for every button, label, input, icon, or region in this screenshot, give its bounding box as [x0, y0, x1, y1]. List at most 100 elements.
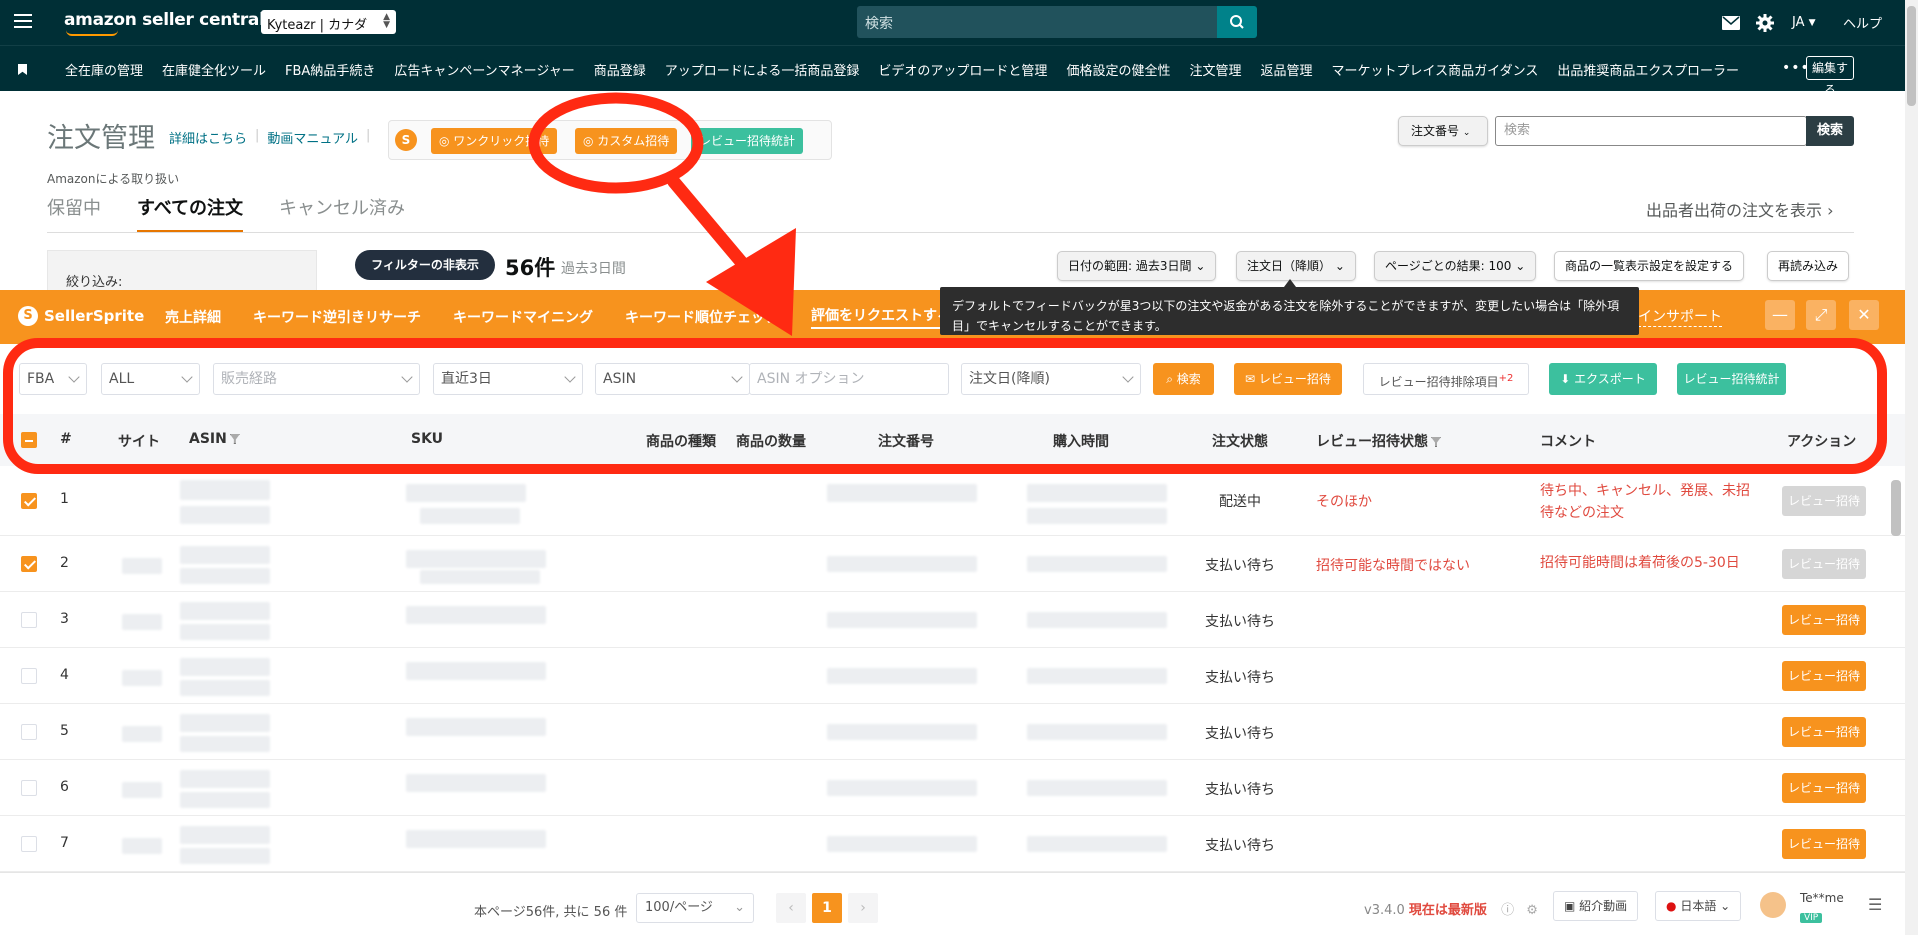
- review-stats-filter-button[interactable]: レビュー招待統計: [1677, 363, 1786, 395]
- row-checkbox[interactable]: [21, 780, 37, 796]
- one-click-invite-button[interactable]: ◎ ワンクリック招待: [431, 128, 558, 154]
- prev-page-button[interactable]: ‹: [776, 893, 806, 923]
- sort-label: 注文日（降順）: [1247, 259, 1332, 273]
- next-page-button[interactable]: ›: [848, 893, 878, 923]
- table-scrollbar-thumb[interactable]: [1891, 480, 1901, 536]
- date-range-dropdown[interactable]: 日付の範囲: 過去3日間 ⌄: [1057, 251, 1217, 281]
- minimize-icon[interactable]: —: [1765, 300, 1795, 330]
- page-scrollbar[interactable]: [1905, 0, 1918, 935]
- nav-item[interactable]: 出品推奨商品エクスプローラー: [1557, 60, 1739, 79]
- exclude-items-button[interactable]: レビュー招待排除項目+2: [1363, 363, 1529, 395]
- row-review-invite-button[interactable]: レビュー招待: [1782, 549, 1866, 579]
- asin-option-input[interactable]: ASIN オプション: [749, 363, 949, 395]
- row-checkbox[interactable]: [21, 556, 37, 572]
- video-manual-link[interactable]: 動画マニュアル: [267, 128, 358, 147]
- row-review-invite-button[interactable]: レビュー招待: [1782, 773, 1866, 803]
- sort-dropdown[interactable]: 注文日（降順） ⌄: [1236, 251, 1356, 281]
- page-scrollbar-thumb[interactable]: [1907, 6, 1916, 106]
- learn-more-link[interactable]: 詳細はこちら: [169, 128, 247, 147]
- expand-icon[interactable]: ⤢: [1806, 300, 1836, 330]
- nav-item[interactable]: アップロードによる一括商品登録: [665, 60, 860, 79]
- nav-item[interactable]: 全在庫の管理: [65, 60, 143, 79]
- col-quantity: 商品の数量: [736, 434, 806, 450]
- screen: amazon seller central Kyteazr | カナダ ▲ ▼ 検…: [0, 0, 1918, 935]
- per-page-dropdown[interactable]: ページごとの結果: 100 ⌄: [1374, 251, 1537, 281]
- row-checkbox[interactable]: [21, 836, 37, 852]
- ss-menu-request-review[interactable]: 評価をリクエストする: [811, 305, 951, 329]
- ss-menu-sales-detail[interactable]: 売上詳細: [165, 307, 221, 327]
- gear-icon[interactable]: [1756, 0, 1774, 45]
- nav-item[interactable]: 価格設定の健全性: [1066, 60, 1170, 79]
- tab-canceled[interactable]: キャンセル済み: [279, 194, 405, 233]
- list-menu-icon[interactable]: ☰: [1868, 895, 1882, 914]
- amazon-search-input[interactable]: 検索: [857, 6, 1217, 38]
- row-checkbox[interactable]: [21, 668, 37, 684]
- nav-item[interactable]: 商品登録: [594, 60, 646, 79]
- hamburger-menu-icon[interactable]: [14, 14, 32, 28]
- export-label: エクスポート: [1574, 372, 1646, 386]
- tab-all-orders[interactable]: すべての注文: [137, 194, 244, 233]
- sellersprite-support-link[interactable]: インサポート: [1638, 306, 1722, 327]
- period-select[interactable]: 直近3日: [433, 363, 583, 395]
- nav-edit-button[interactable]: 編集する: [1806, 56, 1854, 97]
- marketplace-select[interactable]: ALL: [101, 363, 200, 395]
- sales-channel-select[interactable]: 販売経路: [213, 363, 420, 395]
- select-all-checkbox[interactable]: [21, 432, 37, 448]
- ss-menu-reverse-asin[interactable]: キーワード逆引きリサーチ: [253, 307, 421, 327]
- order-search-input[interactable]: 検索: [1495, 116, 1807, 146]
- row-checkbox[interactable]: [21, 612, 37, 628]
- amazon-search-button[interactable]: [1217, 6, 1257, 38]
- sellersprite-brand[interactable]: S SellerSprite: [18, 306, 144, 326]
- col-review-state[interactable]: レビュー招待状態: [1316, 431, 1441, 451]
- nav-item[interactable]: 注文管理: [1189, 60, 1241, 79]
- ss-menu-rank-check[interactable]: キーワード順位チェック: [625, 307, 779, 327]
- bookmark-icon[interactable]: [18, 64, 27, 75]
- id-type-select[interactable]: ASIN: [595, 363, 750, 395]
- language-select[interactable]: ● 日本語 ⌄: [1655, 891, 1742, 921]
- display-settings-button[interactable]: 商品の一覧表示設定を設定する: [1554, 251, 1745, 281]
- nav-item[interactable]: 在庫健全化ツール: [162, 60, 266, 79]
- ss-menu-keyword-mining[interactable]: キーワードマイニング: [453, 307, 593, 327]
- avatar[interactable]: [1760, 892, 1786, 918]
- intro-video-button[interactable]: ▣ 紹介動画: [1553, 891, 1639, 921]
- row-checkbox[interactable]: [21, 724, 37, 740]
- store-selector[interactable]: Kyteazr | カナダ ▲ ▼: [261, 10, 396, 34]
- close-icon[interactable]: ✕: [1849, 300, 1879, 330]
- sellersprite-logo-icon[interactable]: S: [395, 129, 417, 151]
- row-review-invite-button[interactable]: レビュー招待: [1782, 717, 1866, 747]
- order-status: 支払い待ち: [1205, 726, 1275, 742]
- review-stats-button[interactable]: レビュー招待統計: [691, 128, 804, 154]
- row-review-invite-button[interactable]: レビュー招待: [1782, 829, 1866, 859]
- nav-item[interactable]: ビデオのアップロードと管理: [878, 60, 1047, 79]
- review-invite-button[interactable]: ✉ レビュー招待: [1234, 363, 1342, 395]
- current-page-button[interactable]: 1: [812, 893, 842, 923]
- mail-icon[interactable]: [1722, 0, 1740, 45]
- language-menu[interactable]: JA ▼: [1792, 0, 1816, 45]
- nav-item[interactable]: 広告キャンペーンマネージャー: [394, 60, 574, 79]
- order-number-dropdown[interactable]: 注文番号 ⌄: [1398, 116, 1488, 146]
- help-circle-icon[interactable]: ⓘ: [1501, 903, 1514, 918]
- col-asin[interactable]: ASIN: [189, 431, 240, 447]
- nav-item[interactable]: 返品管理: [1260, 60, 1312, 79]
- nav-item[interactable]: マーケットプレイス商品ガイダンス: [1331, 60, 1538, 79]
- page-size-select[interactable]: 100/ページ ⌄: [636, 893, 754, 923]
- sort-select[interactable]: 注文日(降順): [961, 363, 1141, 395]
- show-fbm-orders-link[interactable]: 出品者出荷の注文を表示 ›: [1646, 197, 1834, 221]
- version-number: v3.4.0: [1364, 903, 1405, 918]
- order-search-button[interactable]: 検索: [1806, 116, 1854, 146]
- fulfillment-select[interactable]: FBA: [19, 363, 87, 395]
- settings-icon[interactable]: ⚙: [1526, 903, 1538, 918]
- row-review-invite-button[interactable]: レビュー招待: [1782, 661, 1866, 691]
- filter-search-button[interactable]: ⌕ 検索: [1153, 363, 1214, 395]
- tab-pending[interactable]: 保留中: [47, 194, 101, 233]
- help-link[interactable]: ヘルプ: [1843, 0, 1882, 45]
- custom-invite-button[interactable]: ◎ カスタム招待: [575, 128, 678, 154]
- row-checkbox[interactable]: [21, 493, 37, 509]
- export-button[interactable]: ⬇ エクスポート: [1549, 363, 1657, 395]
- nav-item[interactable]: FBA納品手続き: [285, 60, 375, 79]
- amazon-seller-central-logo[interactable]: amazon seller central: [64, 10, 265, 36]
- reload-button[interactable]: 再読み込み: [1767, 251, 1850, 281]
- row-review-invite-button[interactable]: レビュー招待: [1782, 486, 1866, 516]
- row-review-invite-button[interactable]: レビュー招待: [1782, 605, 1866, 635]
- hide-filter-button[interactable]: フィルターの非表示: [355, 250, 495, 280]
